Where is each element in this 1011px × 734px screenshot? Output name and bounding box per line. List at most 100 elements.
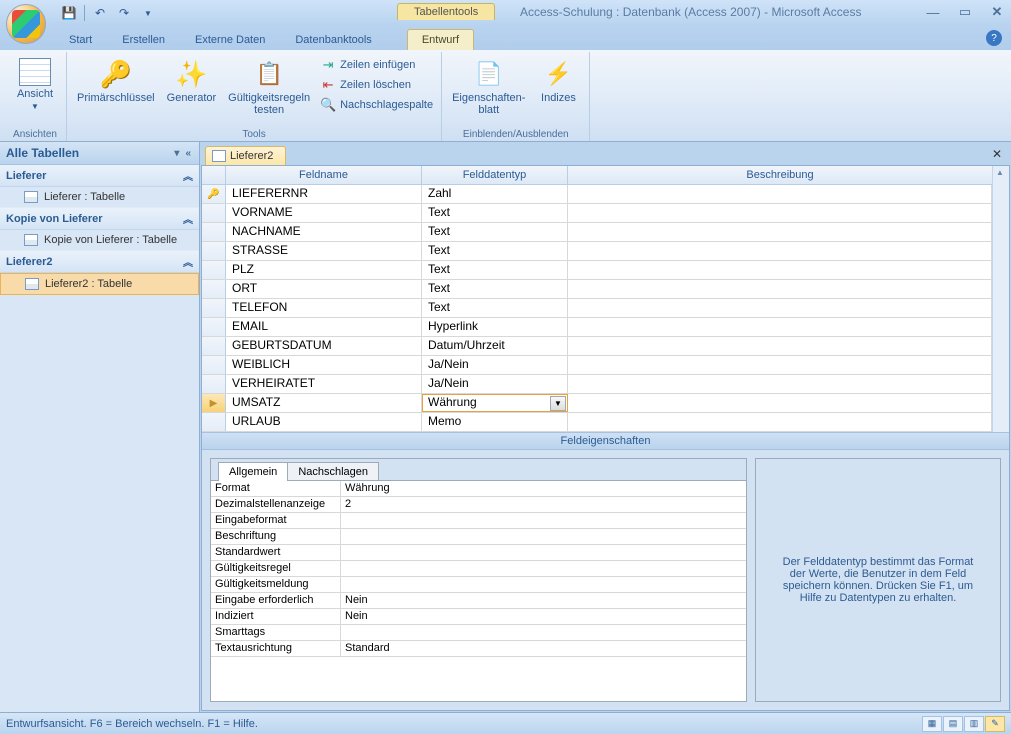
field-type-cell[interactable]: Zahl bbox=[422, 185, 568, 203]
property-value[interactable]: 2 bbox=[341, 497, 746, 512]
navgroup-header[interactable]: Kopie von Lieferer︽ bbox=[0, 208, 199, 230]
field-desc-cell[interactable] bbox=[568, 280, 992, 298]
close-document-button[interactable]: ✕ bbox=[992, 147, 1002, 161]
column-header-datatype[interactable]: Felddatentyp bbox=[422, 166, 568, 184]
property-value[interactable] bbox=[341, 529, 746, 544]
row-selector[interactable]: 🔑 bbox=[202, 185, 226, 203]
field-row[interactable]: ORT Text bbox=[202, 280, 992, 299]
field-desc-cell[interactable] bbox=[568, 223, 992, 241]
close-button[interactable]: ✕ bbox=[989, 4, 1005, 20]
lookup-column-button[interactable]: 🔍Nachschlagespalte bbox=[318, 96, 435, 114]
primary-key-button[interactable]: 🔑 Primärschlüssel bbox=[73, 56, 159, 106]
field-row[interactable]: EMAIL Hyperlink bbox=[202, 318, 992, 337]
property-value[interactable]: Standard bbox=[341, 641, 746, 656]
property-value[interactable] bbox=[341, 513, 746, 528]
row-selector[interactable] bbox=[202, 280, 226, 298]
row-selector[interactable] bbox=[202, 375, 226, 393]
tab-allgemein[interactable]: Allgemein bbox=[218, 462, 288, 481]
property-row[interactable]: Eingabeformat bbox=[211, 513, 746, 529]
field-row[interactable]: TELEFON Text bbox=[202, 299, 992, 318]
view-pivotchart[interactable]: ▥ bbox=[964, 716, 984, 732]
field-name-cell[interactable]: UMSATZ bbox=[226, 394, 422, 412]
property-row[interactable]: Smarttags bbox=[211, 625, 746, 641]
minimize-button[interactable]: — bbox=[925, 4, 941, 20]
tab-externe-daten[interactable]: Externe Daten bbox=[180, 29, 280, 50]
field-row[interactable]: GEBURTSDATUM Datum/Uhrzeit bbox=[202, 337, 992, 356]
field-row[interactable]: VERHEIRATET Ja/Nein bbox=[202, 375, 992, 394]
navpane-header[interactable]: Alle Tabellen ▾« bbox=[0, 142, 199, 165]
field-name-cell[interactable]: ORT bbox=[226, 280, 422, 298]
delete-rows-button[interactable]: ⇤Zeilen löschen bbox=[318, 76, 435, 94]
field-desc-cell[interactable] bbox=[568, 356, 992, 374]
nav-item[interactable]: Kopie von Lieferer : Tabelle bbox=[0, 230, 199, 251]
indexes-button[interactable]: ⚡ Indizes bbox=[533, 56, 583, 106]
generator-button[interactable]: ✨ Generator bbox=[163, 56, 221, 106]
property-value[interactable] bbox=[341, 577, 746, 592]
field-type-cell[interactable]: Text bbox=[422, 204, 568, 222]
property-row[interactable]: IndiziertNein bbox=[211, 609, 746, 625]
field-name-cell[interactable]: EMAIL bbox=[226, 318, 422, 336]
column-header-description[interactable]: Beschreibung bbox=[568, 166, 992, 184]
field-row[interactable]: PLZ Text bbox=[202, 261, 992, 280]
vertical-scrollbar[interactable] bbox=[992, 166, 1009, 432]
field-type-cell[interactable]: Memo bbox=[422, 413, 568, 431]
navgroup-header[interactable]: Lieferer︽ bbox=[0, 165, 199, 187]
maximize-button[interactable]: ▭ bbox=[957, 4, 973, 20]
document-tab[interactable]: Lieferer2 bbox=[205, 146, 286, 165]
field-desc-cell[interactable] bbox=[568, 413, 992, 431]
field-desc-cell[interactable] bbox=[568, 394, 992, 412]
column-header-fieldname[interactable]: Feldname bbox=[226, 166, 422, 184]
tab-nachschlagen[interactable]: Nachschlagen bbox=[287, 462, 379, 481]
property-value[interactable] bbox=[341, 625, 746, 640]
property-row[interactable]: Gültigkeitsregel bbox=[211, 561, 746, 577]
field-row[interactable]: VORNAME Text bbox=[202, 204, 992, 223]
field-type-cell[interactable]: Text bbox=[422, 299, 568, 317]
row-selector[interactable] bbox=[202, 413, 226, 431]
field-name-cell[interactable]: VERHEIRATET bbox=[226, 375, 422, 393]
field-type-cell[interactable]: Hyperlink bbox=[422, 318, 568, 336]
qat-customize[interactable]: ▼ bbox=[137, 3, 159, 23]
view-pivottable[interactable]: ▤ bbox=[943, 716, 963, 732]
tab-datenbanktools[interactable]: Datenbanktools bbox=[280, 29, 386, 50]
row-selector[interactable] bbox=[202, 337, 226, 355]
field-type-cell[interactable]: Ja/Nein bbox=[422, 356, 568, 374]
qat-redo[interactable]: ↷ bbox=[113, 3, 135, 23]
field-type-cell[interactable]: Datum/Uhrzeit bbox=[422, 337, 568, 355]
field-row[interactable]: 🔑 LIEFERERNR Zahl bbox=[202, 185, 992, 204]
field-type-cell[interactable]: Text bbox=[422, 280, 568, 298]
field-name-cell[interactable]: URLAUB bbox=[226, 413, 422, 431]
field-desc-cell[interactable] bbox=[568, 337, 992, 355]
field-row[interactable]: STRASSE Text bbox=[202, 242, 992, 261]
row-selector[interactable] bbox=[202, 318, 226, 336]
field-desc-cell[interactable] bbox=[568, 318, 992, 336]
field-name-cell[interactable]: VORNAME bbox=[226, 204, 422, 222]
row-selector[interactable] bbox=[202, 261, 226, 279]
field-name-cell[interactable]: TELEFON bbox=[226, 299, 422, 317]
field-row[interactable]: WEIBLICH Ja/Nein bbox=[202, 356, 992, 375]
property-value[interactable] bbox=[341, 561, 746, 576]
field-desc-cell[interactable] bbox=[568, 375, 992, 393]
property-value[interactable] bbox=[341, 545, 746, 560]
ansicht-button[interactable]: Ansicht ▼ bbox=[10, 56, 60, 113]
field-desc-cell[interactable] bbox=[568, 261, 992, 279]
property-value[interactable]: Nein bbox=[341, 609, 746, 624]
row-selector[interactable] bbox=[202, 223, 226, 241]
property-row[interactable]: Gültigkeitsmeldung bbox=[211, 577, 746, 593]
property-value[interactable]: Nein bbox=[341, 593, 746, 608]
view-design[interactable]: ✎ bbox=[985, 716, 1005, 732]
property-row[interactable]: FormatWährung bbox=[211, 481, 746, 497]
validate-rules-button[interactable]: 📋 Gültigkeitsregeln testen bbox=[224, 56, 314, 118]
qat-save[interactable]: 💾 bbox=[58, 3, 80, 23]
row-selector[interactable] bbox=[202, 356, 226, 374]
property-row[interactable]: Beschriftung bbox=[211, 529, 746, 545]
tab-entwurf[interactable]: Entwurf bbox=[407, 29, 474, 50]
help-button[interactable]: ? bbox=[986, 30, 1002, 46]
property-row[interactable]: Standardwert bbox=[211, 545, 746, 561]
field-name-cell[interactable]: LIEFERERNR bbox=[226, 185, 422, 203]
field-desc-cell[interactable] bbox=[568, 204, 992, 222]
tab-start[interactable]: Start bbox=[54, 29, 107, 50]
property-row[interactable]: Eingabe erforderlichNein bbox=[211, 593, 746, 609]
view-datasheet[interactable]: ▦ bbox=[922, 716, 942, 732]
nav-item[interactable]: Lieferer : Tabelle bbox=[0, 187, 199, 208]
field-desc-cell[interactable] bbox=[568, 299, 992, 317]
